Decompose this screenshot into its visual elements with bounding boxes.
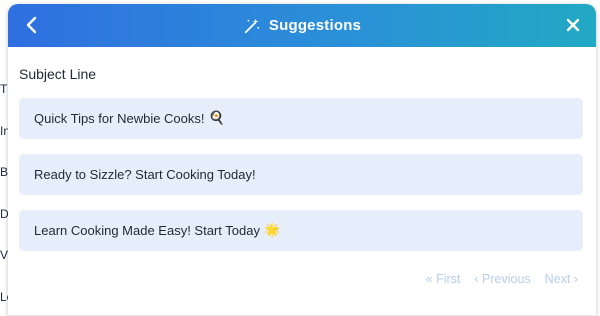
suggestion-text: Ready to Sizzle? Start Cooking Today! — [34, 167, 256, 182]
pager-next-button[interactable]: Next › — [545, 272, 578, 286]
suggestion-text: Quick Tips for Newbie Cooks! — [34, 111, 205, 126]
pager-previous-button[interactable]: ‹ Previous — [474, 272, 530, 286]
star-icon: 🌟 — [263, 223, 281, 238]
background-text: B — [0, 165, 9, 179]
suggestion-item[interactable]: Ready to Sizzle? Start Cooking Today! — [19, 154, 583, 195]
pager-first-button[interactable]: « First — [426, 272, 461, 286]
suggestion-text: Learn Cooking Made Easy! Start Today — [34, 223, 260, 238]
title-group: Suggestions — [8, 4, 596, 47]
suggestions-panel: Suggestions Subject Line Quick Tips for … — [8, 4, 596, 316]
chevron-left-icon — [26, 16, 37, 34]
background-text: V — [0, 248, 9, 262]
frying-pan-icon: 🍳 — [208, 111, 225, 126]
back-button[interactable] — [20, 13, 44, 37]
close-icon — [566, 18, 580, 32]
suggestion-item[interactable]: Learn Cooking Made Easy! Start Today 🌟 — [19, 210, 583, 251]
background-text: T — [0, 82, 8, 96]
close-button[interactable] — [562, 14, 584, 36]
suggestion-item[interactable]: Quick Tips for Newbie Cooks! 🍳 — [19, 98, 583, 139]
panel-header: Suggestions — [8, 4, 596, 47]
panel-title: Suggestions — [268, 17, 362, 34]
pagination: « First ‹ Previous Next › — [426, 272, 578, 286]
magic-wand-icon — [244, 18, 260, 33]
section-label: Subject Line — [19, 66, 97, 82]
